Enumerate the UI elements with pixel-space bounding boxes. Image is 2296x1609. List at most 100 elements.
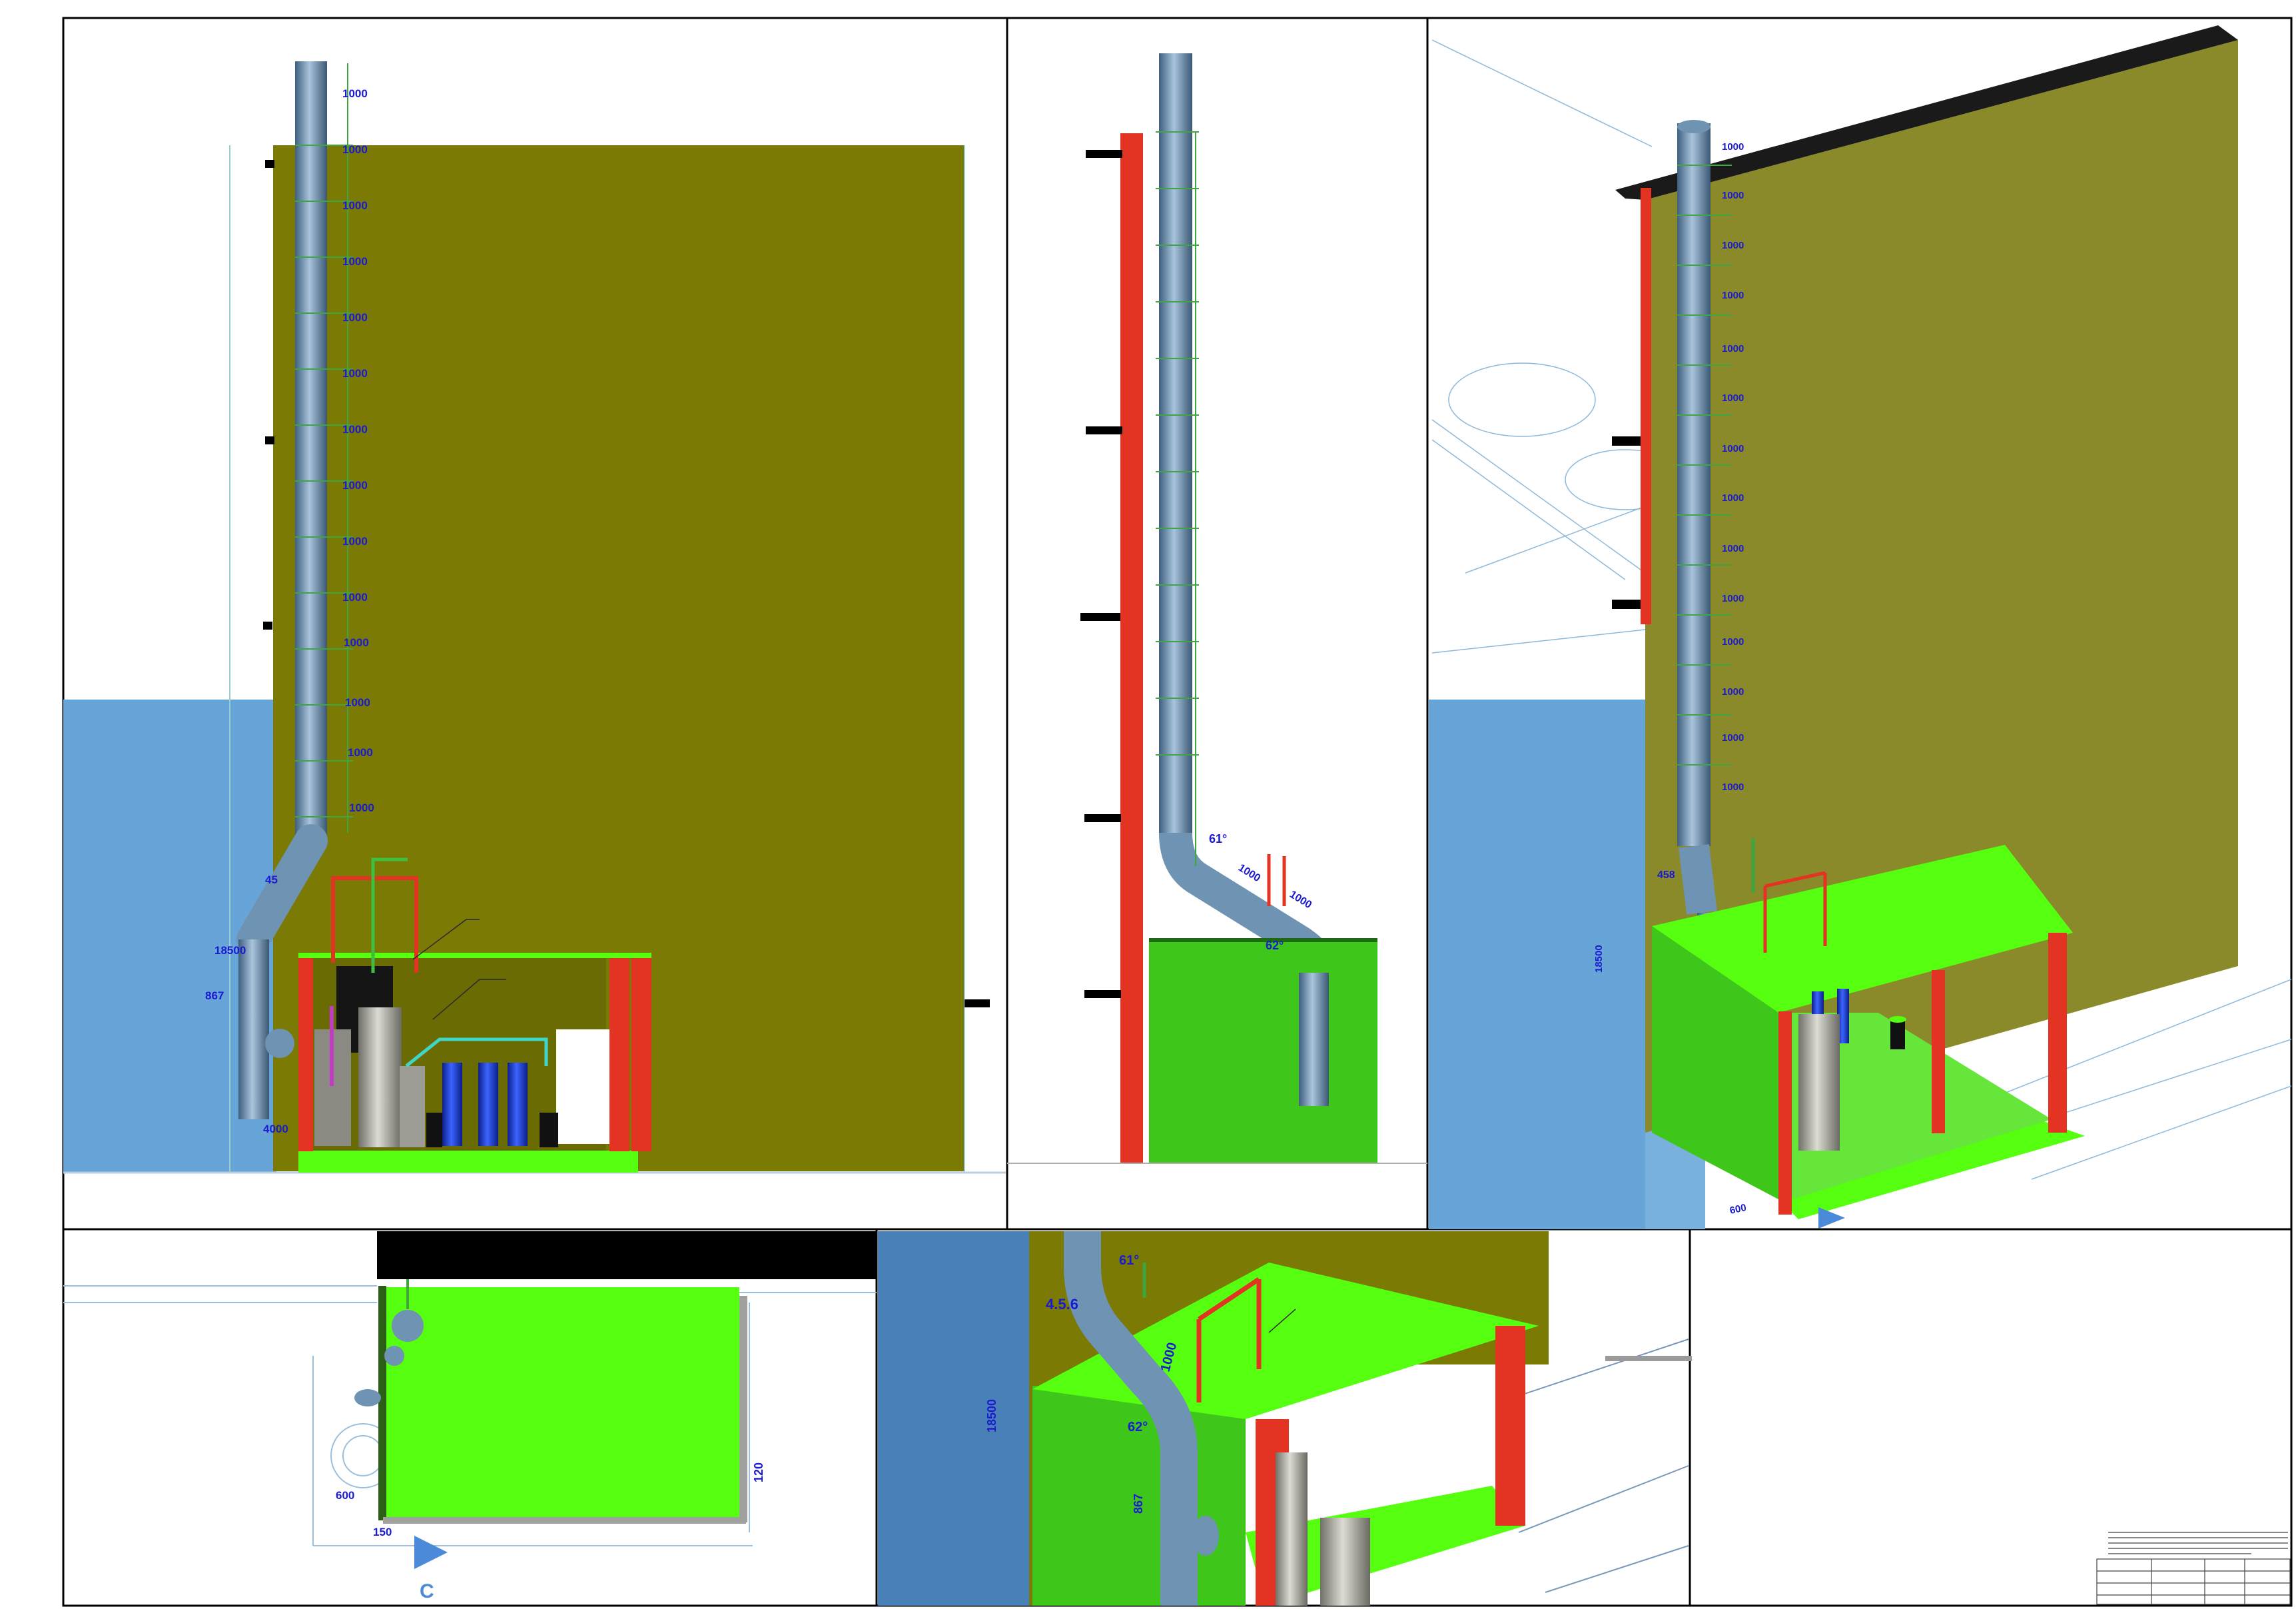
- dim-label: 1000: [1722, 141, 1744, 153]
- flue-tee: [1192, 1516, 1219, 1556]
- flue-plan-symbol: [384, 1346, 404, 1366]
- title-block: [2096, 1558, 2291, 1605]
- door-opening: [556, 1029, 609, 1144]
- facade-wall-blue: [878, 1231, 1032, 1606]
- expansion-vessel: [478, 1063, 498, 1146]
- dim-label: 1000: [342, 479, 368, 492]
- boiler-room-column: [2048, 933, 2067, 1133]
- dim-label: 1000: [342, 87, 368, 100]
- dim-label: 1000: [345, 696, 370, 709]
- wall-bracket: [1612, 436, 1644, 446]
- dim-label: 1000: [342, 591, 368, 604]
- boiler-room-column: [1495, 1326, 1525, 1526]
- canister-lid: [1889, 1016, 1906, 1023]
- flue-side: [1299, 973, 1329, 1106]
- black-canister: [1890, 1019, 1905, 1049]
- title-block-notes: [2108, 1532, 2288, 1554]
- angle-label: 62°: [1128, 1420, 1148, 1434]
- wall-bracket: [263, 622, 272, 630]
- dim-label: 1000: [1722, 636, 1744, 648]
- dim-label: 1000: [1722, 443, 1744, 454]
- flue-plan-symbol: [392, 1310, 424, 1342]
- offset-dim-label: 458: [1657, 869, 1675, 881]
- base-dim-label: 4000: [263, 1123, 288, 1135]
- flue-offset: [1679, 844, 1717, 915]
- boiler-room-roof: [298, 953, 651, 958]
- flue-vertical: [1677, 123, 1711, 846]
- angle-label: 61°: [1209, 832, 1227, 845]
- dim-label: 1000: [1722, 190, 1744, 201]
- dim-label: 1000: [1236, 862, 1262, 884]
- plan-dim-label: 120: [752, 1462, 765, 1482]
- dim-label: 1000: [342, 199, 368, 212]
- plan-dim-label: 600: [336, 1489, 354, 1502]
- expansion-vessel: [508, 1063, 528, 1146]
- plan-slab-edge: [378, 1286, 386, 1520]
- dim-label: 1000: [1722, 392, 1744, 404]
- heater-unit: [1276, 1452, 1308, 1606]
- side-elevation-view: 61° 1000 1000 62°: [1007, 53, 1427, 1164]
- dim-label: 1000: [1722, 240, 1744, 251]
- boiler-room-column: [298, 958, 313, 1151]
- dim-label: 1000: [1722, 343, 1744, 354]
- boiler-room-column: [1778, 1011, 1792, 1215]
- front-elevation-view: 1000 1000 1000 1000 1000 1000 1000 1000 …: [63, 61, 1006, 1174]
- angle-label: 62°: [1266, 939, 1284, 952]
- dim-label: 1000: [342, 143, 368, 156]
- height-dim-label: 18500: [985, 1399, 998, 1432]
- ground-linework: [1518, 1339, 1689, 1593]
- ground-ledge: [1605, 1356, 1692, 1361]
- low-segment-dim-label: 867: [205, 989, 224, 1002]
- detail-perspective-view: 4.5.6 61° 1000 62° 18500 867: [878, 1231, 1692, 1606]
- dim-label: 1000: [348, 746, 373, 759]
- facade-wall-blue: [1429, 700, 1645, 1229]
- plan-dim-label: 150: [373, 1526, 392, 1538]
- view-direction-marker: [414, 1536, 448, 1569]
- low-segment-dim-label: 867: [1132, 1494, 1145, 1514]
- dim-label: 1000: [1722, 492, 1744, 504]
- black-canister: [426, 1113, 442, 1147]
- dim-label: 1000: [1722, 686, 1744, 698]
- boiler-room-floor: [298, 1151, 638, 1173]
- plan-view: 600 150 120 C: [63, 1231, 877, 1602]
- view-marker: [1818, 1207, 1845, 1229]
- plan-wall-bottom: [383, 1517, 746, 1524]
- wall-bracket: [265, 436, 274, 444]
- equipment-block: [400, 1066, 425, 1147]
- angle-label: 61°: [1119, 1253, 1139, 1268]
- dim-label: 1000: [342, 367, 368, 380]
- flue-plan-symbol: [354, 1389, 381, 1406]
- red-column: [1641, 188, 1651, 624]
- plan-slab: [383, 1287, 739, 1517]
- flue-vertical: [295, 61, 327, 842]
- dim-label: 1000: [342, 255, 368, 268]
- drawing-sheet: 1000 1000 1000 1000 1000 1000 1000 1000 …: [62, 17, 2293, 1607]
- dim-label: 1000: [1722, 732, 1744, 744]
- expansion-vessel: [442, 1063, 462, 1146]
- boiler-room-side: [1149, 941, 1377, 1163]
- wall-bracket: [265, 160, 274, 168]
- roof-strip-black: [377, 1231, 877, 1279]
- dim-label: 1000: [344, 636, 369, 649]
- height-dim-label: 18500: [214, 944, 246, 957]
- boiler-room-column: [631, 958, 651, 1151]
- heater-unit: [1320, 1518, 1370, 1606]
- flue-lower: [238, 939, 269, 1119]
- boiler-room-column: [1932, 970, 1945, 1133]
- flue-top: [1677, 120, 1711, 133]
- dim-label: 1000: [1722, 782, 1744, 793]
- wall-bracket: [1612, 600, 1644, 609]
- dim-label: 1000: [342, 423, 368, 436]
- offset-dim-label: 4.5.6: [1046, 1296, 1078, 1313]
- black-canister: [540, 1113, 558, 1147]
- flue-vertical: [1159, 53, 1192, 834]
- base-dim-label: 600: [1728, 1202, 1747, 1217]
- dim-label: 1000: [1722, 290, 1744, 301]
- wall-bracket: [964, 999, 990, 1007]
- heater-unit: [1798, 1014, 1840, 1151]
- dim-label: 1000: [342, 311, 368, 324]
- heater-unit: [358, 1007, 402, 1147]
- flue-tee: [265, 1029, 294, 1058]
- plan-wall: [739, 1296, 747, 1522]
- red-column: [1120, 133, 1143, 1163]
